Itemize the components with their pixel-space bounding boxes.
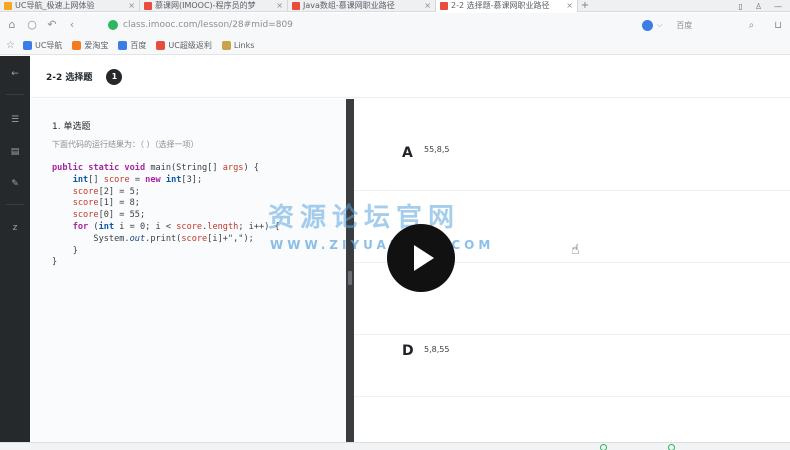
question-count-badge: 1 [106, 68, 123, 85]
notes-icon[interactable]: ▤ [0, 142, 30, 162]
window-controls: ▯ ♙ — [738, 0, 790, 12]
undo-icon[interactable]: ↶ [44, 17, 60, 33]
cart-icon[interactable]: ⊔ [774, 20, 782, 31]
search-engine-selector[interactable]: ⌵ 百度 [642, 17, 692, 33]
bookmark-label: 百度 [130, 41, 147, 50]
tab-label: UC导航_极速上网体验 [15, 1, 95, 10]
rebate-icon [156, 41, 166, 50]
status-icon [668, 443, 675, 450]
search-engine-icon [642, 19, 653, 31]
edit-icon[interactable]: ✎ [0, 174, 30, 194]
bookmark-taobao[interactable]: 爱淘宝 [72, 40, 108, 51]
status-item[interactable] [600, 443, 610, 450]
search-engine-label: 百度 [676, 20, 693, 30]
tab-java-array[interactable]: Java数组-慕课网职业路径 × [288, 0, 436, 12]
pane-splitter[interactable] [346, 99, 354, 442]
question-type: 1. 单选题 [52, 122, 91, 132]
divider [6, 204, 24, 205]
bookmark-links[interactable]: Links [221, 41, 255, 50]
bookmark-uc-rebate[interactable]: UC超级返利 [156, 40, 212, 51]
minimize-icon[interactable]: — [774, 2, 782, 11]
taobao-icon [72, 41, 82, 50]
close-icon[interactable]: × [128, 1, 135, 10]
address-bar: ⌂ ○ ↶ ‹ class.imooc.com/lesson/28#mid=80… [0, 13, 790, 37]
lesson-sidebar: ← ☰ ▤ ✎ z [0, 56, 30, 442]
bookmark-label: UC导航 [34, 41, 63, 50]
option-text: 5,8,55 [424, 345, 450, 354]
close-icon[interactable]: × [276, 1, 283, 10]
chevron-down-icon: ⌵ [657, 20, 663, 29]
page-title: 2-2 选择题 [46, 73, 93, 83]
question-pane: 1. 单选题 下面代码的运行结果为：（ ）（选择一项） public stati… [30, 99, 346, 442]
back-arrow-icon[interactable]: ← [0, 64, 30, 84]
tab-uc-nav[interactable]: UC导航_极速上网体验 × [0, 0, 140, 12]
home-icon[interactable]: ⌂ [4, 17, 20, 33]
imooc-icon [440, 1, 448, 10]
browser-window: UC导航_极速上网体验 × 慕课网(IMOOC)-程序员的梦 × Java数组-… [0, 0, 790, 450]
tab-label: Java数组-慕课网职业路径 [303, 1, 395, 10]
baidu-icon [118, 41, 128, 50]
option-a[interactable]: A 55,8,5 [354, 119, 790, 191]
option-text: 55,8,5 [424, 145, 450, 154]
play-button[interactable] [387, 224, 455, 292]
imooc-icon [292, 1, 300, 10]
bookmark-label: 爱淘宝 [84, 41, 109, 50]
status-icon [600, 443, 607, 450]
vibrate-icon[interactable]: ▯ [738, 2, 742, 11]
bookmark-label: UC超级返利 [168, 41, 212, 50]
secure-icon [108, 20, 118, 30]
tab-label: 2-2 选择题-慕课网职业路径 [451, 1, 550, 10]
watermark-url: WWW.ZIYUANBBS.COM [270, 238, 495, 252]
code-block: public static void main(String[] args) {… [52, 163, 280, 268]
imooc-icon [144, 1, 152, 10]
drag-handle[interactable] [348, 271, 352, 285]
tab-choice-question[interactable]: 2-2 选择题-慕课网职业路径 × [436, 0, 578, 12]
bookmark-uc-nav[interactable]: UC导航 [22, 40, 63, 51]
close-icon[interactable]: × [424, 1, 431, 10]
tab-bar: UC导航_极速上网体验 × 慕课网(IMOOC)-程序员的梦 × Java数组-… [0, 0, 790, 12]
option-d[interactable]: D 5,8,55 [354, 325, 790, 397]
uc-icon [4, 1, 12, 10]
url-text: class.imooc.com/lesson/28#mid=809 [123, 20, 293, 30]
option-letter: D [402, 343, 414, 359]
refresh-icon[interactable]: ○ [24, 17, 40, 33]
option-letter: A [402, 145, 413, 161]
divider [6, 94, 24, 95]
new-tab-button[interactable]: + [578, 0, 592, 11]
close-icon[interactable]: × [566, 1, 573, 10]
sleep-icon[interactable]: z [0, 218, 30, 238]
status-item[interactable] [668, 443, 678, 450]
question-prompt: 下面代码的运行结果为：（ ）（选择一项） [52, 140, 199, 149]
shirt-icon[interactable]: ♙ [755, 2, 762, 11]
star-icon[interactable]: ☆ [6, 40, 15, 51]
question-header: 2-2 选择题 1 [30, 56, 790, 98]
hand-cursor-icon: ☝ [571, 242, 580, 258]
tab-label: 慕课网(IMOOC)-程序员的梦 [155, 1, 256, 10]
menu-icon[interactable]: ☰ [0, 110, 30, 130]
url-field[interactable]: class.imooc.com/lesson/28#mid=809 [108, 17, 638, 33]
status-bar [0, 442, 790, 450]
bookmarks-bar: ☆ UC导航 爱淘宝 百度 UC超级返利 Links [0, 37, 790, 55]
uc-icon [22, 41, 32, 50]
back-icon[interactable]: ‹ [64, 17, 80, 33]
play-icon [414, 245, 434, 271]
bookmark-label: Links [233, 41, 255, 50]
tab-imooc[interactable]: 慕课网(IMOOC)-程序员的梦 × [140, 0, 288, 12]
address-bar-actions: ⌕ ⊔ [749, 17, 790, 33]
bookmark-baidu[interactable]: 百度 [118, 40, 146, 51]
folder-icon [221, 41, 231, 50]
search-icon[interactable]: ⌕ [749, 20, 755, 31]
